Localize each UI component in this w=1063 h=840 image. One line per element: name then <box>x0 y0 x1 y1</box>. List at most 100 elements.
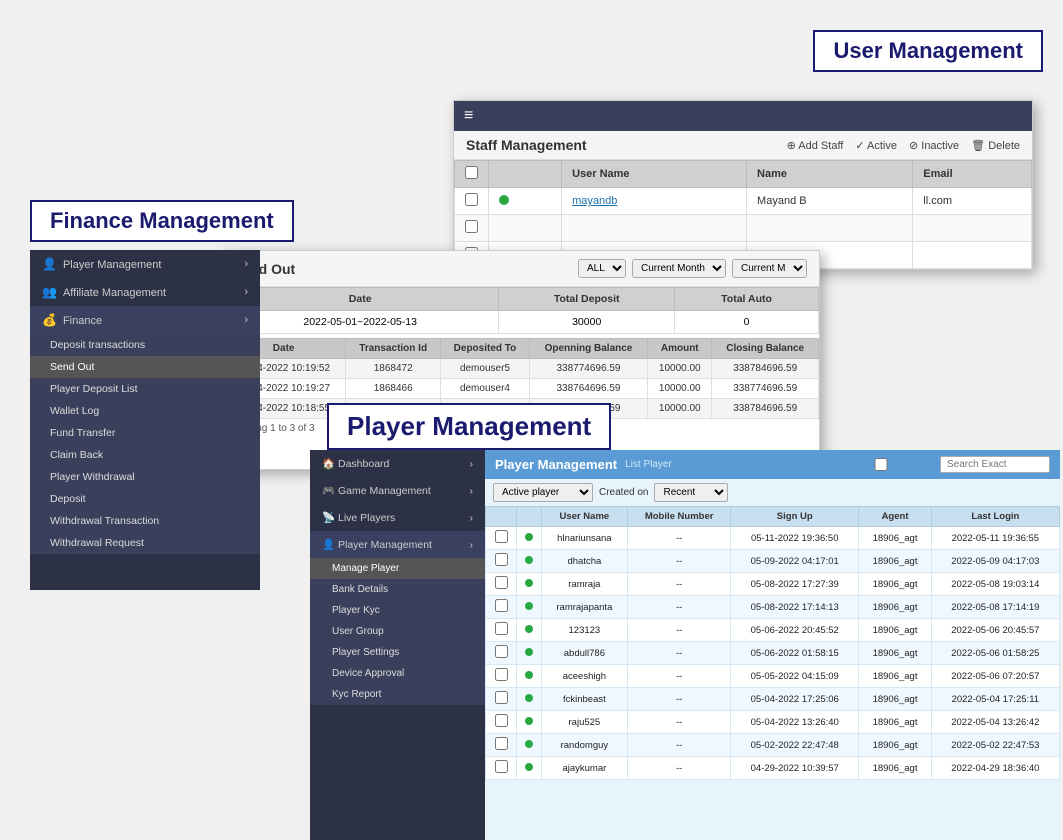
select-all-header[interactable] <box>455 161 489 188</box>
um-header-title: Staff Management <box>466 137 587 153</box>
chevron-icon <box>244 286 248 298</box>
row-checkbox[interactable] <box>495 668 508 681</box>
psb-item-dashboard[interactable]: 🏠 Dashboard <box>310 450 485 477</box>
player-mobile: -- <box>628 619 731 642</box>
delete-btn[interactable]: 🗑 Delete <box>971 139 1020 152</box>
player-last-login: 2022-05-08 17:14:19 <box>931 596 1059 619</box>
player-signup: 05-06-2022 20:45:52 <box>731 619 859 642</box>
filter-select-current[interactable]: Current M <box>732 259 807 278</box>
psb-label: Player Management <box>338 539 432 551</box>
chevron-icon <box>244 258 248 270</box>
psb-sub-manage-player[interactable]: Manage Player <box>310 558 485 579</box>
finance-sidebar: 👤Player Management 👥Affiliate Management… <box>30 250 260 590</box>
staff-username[interactable]: mayandb <box>562 188 747 215</box>
player-last-login: 2022-05-04 17:25:11 <box>931 688 1059 711</box>
sidebar-sub-withdrawal-tx[interactable]: Withdrawal Transaction <box>30 510 260 532</box>
active-btn[interactable]: ✓ Active <box>855 139 897 152</box>
dt-close-bal: 338784696.59 <box>712 399 819 419</box>
row-checkbox[interactable] <box>495 691 508 704</box>
staff-email <box>913 242 1032 269</box>
player-mobile: -- <box>628 550 731 573</box>
sidebar-sub-player-deposit[interactable]: Player Deposit List <box>30 378 260 400</box>
row-checkbox[interactable] <box>465 193 478 206</box>
filter-select-all[interactable]: ALL <box>578 259 626 278</box>
pm-header: Player Management List Player <box>485 450 1060 479</box>
th-signup: Sign Up <box>731 507 859 527</box>
staff-username <box>562 215 747 242</box>
sendout-filters: ALL Current Month Current M <box>578 259 807 278</box>
th-checkbox <box>486 507 517 527</box>
psb-item-player-mgmt[interactable]: 👤 Player Management <box>310 531 485 558</box>
row-checkbox[interactable] <box>495 645 508 658</box>
psb-sub-bank-details[interactable]: Bank Details <box>310 579 485 600</box>
psb-sub-device-approval[interactable]: Device Approval <box>310 663 485 684</box>
th-last-login: Last Login <box>931 507 1059 527</box>
player-status-filter[interactable]: Active player <box>493 483 593 502</box>
sidebar-item-affiliate-mgmt[interactable]: 👥Affiliate Management <box>30 278 260 306</box>
dt-deposited-to: demouser5 <box>441 359 530 379</box>
player-mgmt-icon: 👤 <box>42 257 57 271</box>
chevron-icon <box>470 539 474 551</box>
staff-email <box>913 215 1032 242</box>
row-checkbox[interactable] <box>495 622 508 635</box>
row-checkbox[interactable] <box>465 220 478 233</box>
player-status-icon <box>525 740 533 748</box>
psb-sub-player-settings[interactable]: Player Settings <box>310 642 485 663</box>
pm-filters: Active player Created on Recent <box>485 479 1060 506</box>
psb-sub-kyc-report[interactable]: Kyc Report <box>310 684 485 705</box>
row-checkbox[interactable] <box>495 737 508 750</box>
th-status <box>517 507 542 527</box>
dt-txid: 1868466 <box>346 379 441 399</box>
sort-filter[interactable]: Recent <box>654 483 728 502</box>
sidebar-item-finance[interactable]: 💰Finance <box>30 306 260 334</box>
psb-item-game-mgmt[interactable]: 🎮 Game Management <box>310 477 485 504</box>
row-checkbox[interactable] <box>495 760 508 773</box>
table-row: 05-04-2022 10:19:52 1868472 demouser5 33… <box>222 359 819 379</box>
search-input[interactable] <box>940 456 1050 473</box>
sidebar-sub-withdrawal-req[interactable]: Withdrawal Request <box>30 532 260 554</box>
row-checkbox[interactable] <box>495 599 508 612</box>
sidebar-sub-wallet-log[interactable]: Wallet Log <box>30 400 260 422</box>
table-row: abdull786 -- 05-06-2022 01:58:15 18906_a… <box>486 642 1060 665</box>
sidebar-sub-player-withdrawal[interactable]: Player Withdrawal <box>30 466 260 488</box>
psb-sub-user-group[interactable]: User Group <box>310 621 485 642</box>
player-mobile: -- <box>628 711 731 734</box>
player-signup: 05-09-2022 04:17:01 <box>731 550 859 573</box>
total-deposit-header: Total Deposit <box>499 288 675 311</box>
player-username: raju525 <box>541 711 628 734</box>
row-checkbox[interactable] <box>495 714 508 727</box>
sidebar-sub-deposit[interactable]: Deposit <box>30 488 260 510</box>
sidebar-sub-fund-transfer[interactable]: Fund Transfer <box>30 422 260 444</box>
dt-open-bal-header: Openning Balance <box>529 339 647 359</box>
player-agent: 18906_agt <box>859 642 931 665</box>
psb-item-live-players[interactable]: 📡 Live Players <box>310 504 485 531</box>
created-on-label: Created on <box>599 487 648 498</box>
player-username: ramrajapanta <box>541 596 628 619</box>
select-all-checkbox[interactable] <box>465 166 478 179</box>
add-staff-btn[interactable]: ⊕ Add Staff <box>787 139 844 152</box>
search-exact-checkbox[interactable] <box>826 458 936 471</box>
dt-close-bal: 338774696.59 <box>712 379 819 399</box>
username-header: User Name <box>562 161 747 188</box>
psb-sub-player-kyc[interactable]: Player Kyc <box>310 600 485 621</box>
player-last-login: 2022-05-06 20:45:57 <box>931 619 1059 642</box>
sidebar-sub-claim-back[interactable]: Claim Back <box>30 444 260 466</box>
date-header: Date <box>222 288 499 311</box>
player-agent: 18906_agt <box>859 665 931 688</box>
row-checkbox[interactable] <box>495 553 508 566</box>
filter-select-month[interactable]: Current Month <box>632 259 726 278</box>
inactive-btn[interactable]: ⊘ Inactive <box>909 139 959 152</box>
table-row: aceeshigh -- 05-05-2022 04:15:09 18906_a… <box>486 665 1060 688</box>
player-mobile: -- <box>628 734 731 757</box>
sidebar-sub-deposit-tx[interactable]: Deposit transactions <box>30 334 260 356</box>
sidebar-item-player-mgmt[interactable]: 👤Player Management <box>30 250 260 278</box>
player-status-icon <box>525 625 533 633</box>
chevron-icon <box>470 485 474 497</box>
table-row: dhatcha -- 05-09-2022 04:17:01 18906_agt… <box>486 550 1060 573</box>
row-checkbox[interactable] <box>495 530 508 543</box>
row-checkbox[interactable] <box>495 576 508 589</box>
hamburger-icon[interactable]: ≡ <box>464 107 473 125</box>
player-status-icon <box>525 763 533 771</box>
dt-txid-header: Transaction Id <box>346 339 441 359</box>
sidebar-sub-send-out[interactable]: Send Out <box>30 356 260 378</box>
